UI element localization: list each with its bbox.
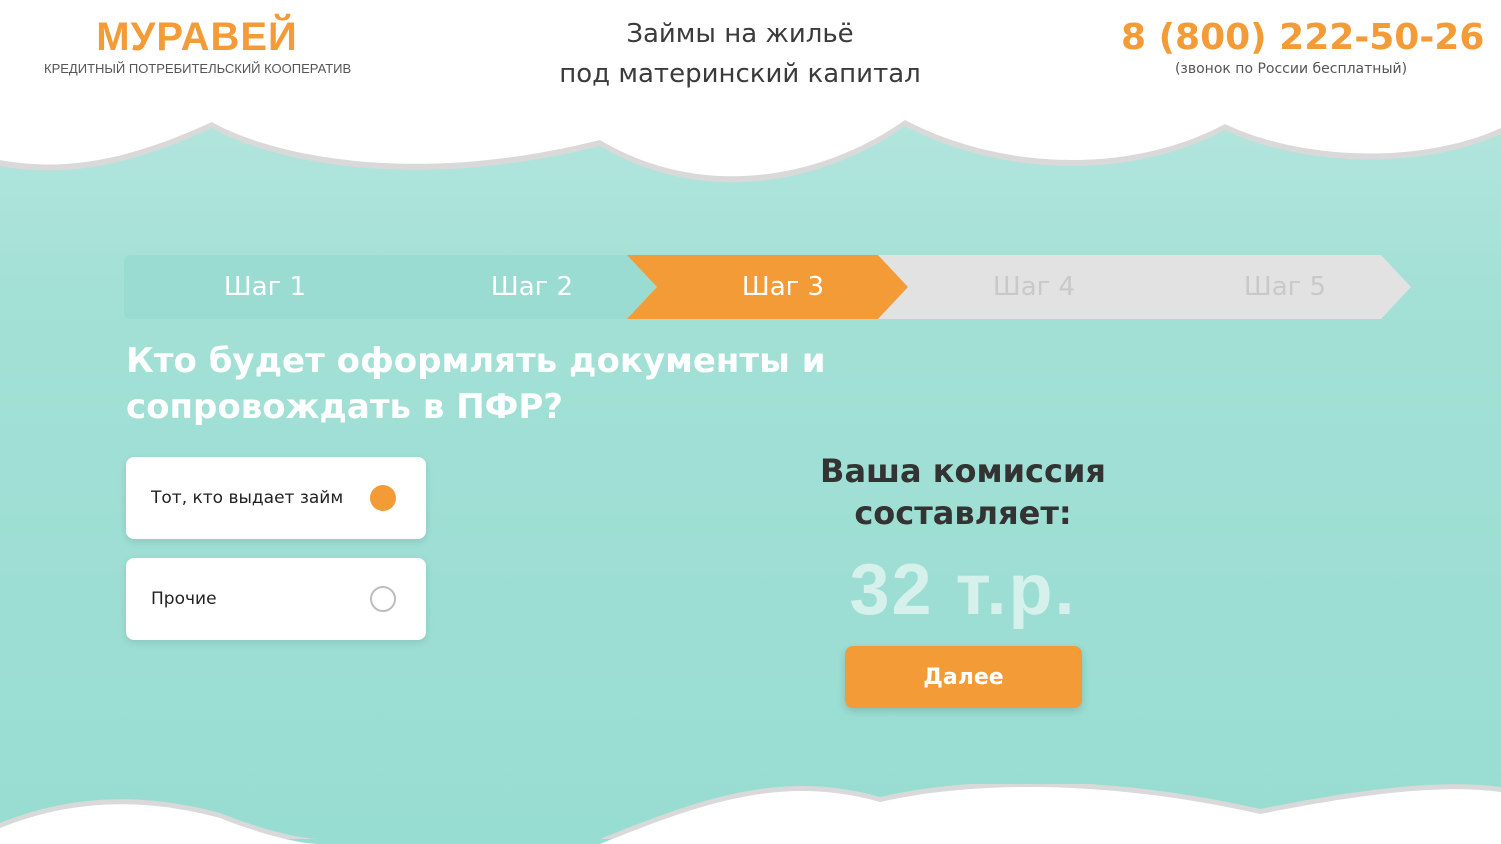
phone-number[interactable]: 8 (800) 222-50-26 [1121,16,1484,60]
option-label: Тот, кто выдает займ [151,488,344,508]
step-progress: Шаг 1 Шаг 2 Шаг 3 Шаг 4 Шаг 5 [124,255,1411,319]
logo[interactable]: МУРАВЕЙ КРЕДИТНЫЙ ПОТРЕБИТЕЛЬСКИЙ КООПЕР… [44,14,352,76]
option-label: Прочие [151,589,217,609]
commission-label-line-2: составляет: [854,494,1072,532]
option-lender[interactable]: Тот, кто выдает займ [126,457,426,539]
phone-note: (звонок по России бесплатный) [1174,61,1408,77]
step-1[interactable]: Шаг 1 [124,255,406,319]
radio-unchecked-icon[interactable] [370,586,396,612]
radio-checked-icon[interactable] [370,485,396,511]
commission-block: Ваша комиссия составляет: 32 т.р. [780,450,1146,630]
commission-value: 32 т.р. [849,550,1077,630]
logo-title: МУРАВЕЙ [96,15,298,59]
next-button[interactable]: Далее [845,646,1082,708]
page-header: МУРАВЕЙ КРЕДИТНЫЙ ПОТРЕБИТЕЛЬСКИЙ КООПЕР… [0,0,1501,190]
tagline: Займы на жильё под материнский капитал [520,14,960,94]
phone-block: 8 (800) 222-50-26 (звонок по России бесп… [1121,16,1484,78]
commission-label-line-1: Ваша комиссия [820,452,1106,490]
logo-subtitle: КРЕДИТНЫЙ ПОТРЕБИТЕЛЬСКИЙ КООПЕРАТИВ [44,61,352,76]
step-2[interactable]: Шаг 2 [376,255,658,319]
question-title: Кто будет оформлять документы и сопровож… [126,341,826,427]
tagline-line-2: под материнский капитал [559,59,921,89]
cloud-footer-shape [0,784,1501,844]
step-5[interactable]: Шаг 5 [1129,255,1411,319]
step-3[interactable]: Шаг 3 [627,255,909,319]
tagline-line-1: Займы на жильё [626,19,854,49]
step-4[interactable]: Шаг 4 [878,255,1160,319]
option-others[interactable]: Прочие [126,558,426,640]
